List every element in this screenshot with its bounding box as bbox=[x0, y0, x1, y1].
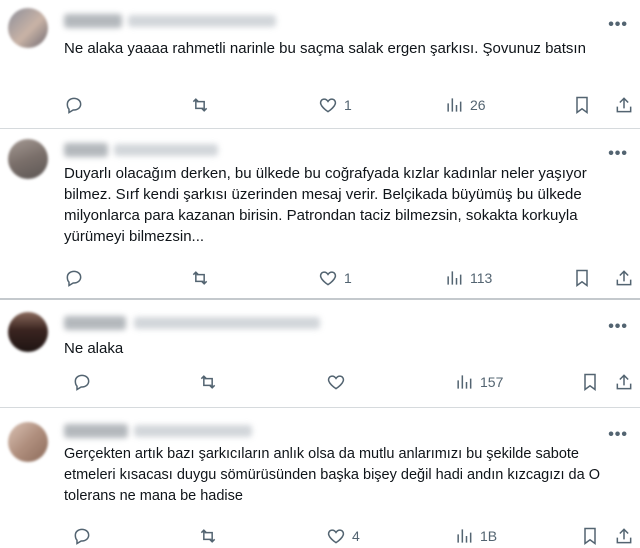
retweet-button[interactable] bbox=[198, 524, 224, 548]
bookmark-button[interactable] bbox=[580, 370, 600, 394]
retweet-icon bbox=[200, 529, 216, 543]
avatar[interactable] bbox=[8, 8, 48, 48]
bookmark-icon bbox=[584, 527, 596, 545]
like-count: 1 bbox=[344, 97, 352, 113]
views-count: 1B bbox=[480, 528, 498, 544]
views-button[interactable]: 157 bbox=[454, 370, 503, 394]
bookmark-icon bbox=[576, 96, 588, 114]
reply-button[interactable] bbox=[72, 370, 98, 394]
retweet-icon bbox=[192, 271, 208, 285]
bookmark-button[interactable] bbox=[580, 524, 600, 548]
heart-icon bbox=[319, 271, 337, 286]
share-icon bbox=[616, 270, 632, 286]
bookmark-button[interactable] bbox=[572, 266, 592, 290]
heart-icon bbox=[319, 98, 337, 113]
avatar[interactable] bbox=[8, 139, 48, 179]
author-handle bbox=[134, 317, 320, 329]
share-icon bbox=[616, 97, 632, 113]
share-button[interactable] bbox=[614, 370, 634, 394]
tweet-text: Ne alaka yaaaa rahmetli narinle bu saçma… bbox=[64, 40, 586, 57]
views-chart-icon bbox=[457, 375, 472, 389]
more-options-icon[interactable]: ••• bbox=[608, 427, 628, 443]
tweet-2[interactable]: ••• Duyarlı olacağım derken, bu ülkede b… bbox=[0, 129, 640, 297]
heart-icon bbox=[327, 375, 345, 390]
like-button[interactable] bbox=[326, 370, 352, 394]
share-icon bbox=[616, 374, 632, 390]
reply-icon bbox=[74, 374, 90, 391]
views-button[interactable]: 26 bbox=[444, 93, 486, 117]
share-button[interactable] bbox=[614, 266, 634, 290]
tweet-actions: 157 bbox=[56, 370, 640, 394]
views-chart-icon bbox=[447, 98, 462, 112]
views-chart-icon bbox=[447, 271, 462, 285]
bookmark-icon bbox=[584, 373, 596, 391]
reply-icon bbox=[74, 528, 90, 545]
author-name[interactable] bbox=[64, 14, 122, 28]
more-options-icon[interactable]: ••• bbox=[608, 146, 628, 162]
more-options-icon[interactable]: ••• bbox=[608, 17, 628, 33]
views-chart-icon bbox=[457, 529, 472, 543]
bookmark-button[interactable] bbox=[572, 93, 592, 117]
heart-icon bbox=[327, 529, 345, 544]
retweet-button[interactable] bbox=[190, 93, 216, 117]
avatar[interactable] bbox=[8, 312, 48, 352]
reply-icon bbox=[66, 97, 82, 114]
tweet-actions: 1 26 bbox=[56, 93, 640, 117]
retweet-button[interactable] bbox=[190, 266, 216, 290]
bookmark-icon bbox=[576, 269, 588, 287]
author-name[interactable] bbox=[64, 316, 126, 330]
author-handle bbox=[114, 144, 218, 156]
tweet-text: Ne alaka bbox=[64, 340, 124, 357]
like-button[interactable]: 1 bbox=[318, 93, 352, 117]
tweet-actions: 4 1B bbox=[56, 524, 640, 548]
views-button[interactable]: 1B bbox=[454, 524, 497, 548]
more-options-icon[interactable]: ••• bbox=[608, 319, 628, 335]
views-count: 113 bbox=[470, 270, 493, 286]
author-name[interactable] bbox=[64, 424, 128, 438]
author-name[interactable] bbox=[64, 143, 108, 157]
views-count: 157 bbox=[480, 374, 504, 390]
retweet-button[interactable] bbox=[198, 370, 224, 394]
share-button[interactable] bbox=[614, 93, 634, 117]
tweet-actions: 1 113 bbox=[56, 266, 640, 290]
reply-icon bbox=[66, 270, 82, 287]
share-icon bbox=[616, 528, 632, 544]
tweet-text: Duyarlı olacağım derken, bu ülkede bu co… bbox=[64, 165, 587, 245]
like-count: 4 bbox=[352, 528, 360, 544]
like-button[interactable]: 4 bbox=[326, 524, 360, 548]
reply-button[interactable] bbox=[64, 93, 90, 117]
tweet-1[interactable]: ••• Ne alaka yaaaa rahmetli narinle bu s… bbox=[0, 0, 640, 128]
retweet-icon bbox=[200, 375, 216, 389]
avatar[interactable] bbox=[8, 422, 48, 462]
tweet-3[interactable]: ••• Ne alaka 157 bbox=[0, 300, 640, 406]
reply-button[interactable] bbox=[72, 524, 98, 548]
tweet-4[interactable]: ••• Gerçekten artık bazı şarkıcıların an… bbox=[0, 408, 640, 545]
views-count: 26 bbox=[470, 97, 486, 113]
author-handle bbox=[128, 15, 276, 27]
tweet-text: Gerçekten artık bazı şarkıcıların anlık … bbox=[64, 446, 600, 504]
reply-button[interactable] bbox=[64, 266, 90, 290]
views-button[interactable]: 113 bbox=[444, 266, 492, 290]
share-button[interactable] bbox=[614, 524, 634, 548]
like-button[interactable]: 1 bbox=[318, 266, 352, 290]
retweet-icon bbox=[192, 98, 208, 112]
like-count: 1 bbox=[344, 270, 352, 286]
author-handle bbox=[134, 425, 252, 437]
